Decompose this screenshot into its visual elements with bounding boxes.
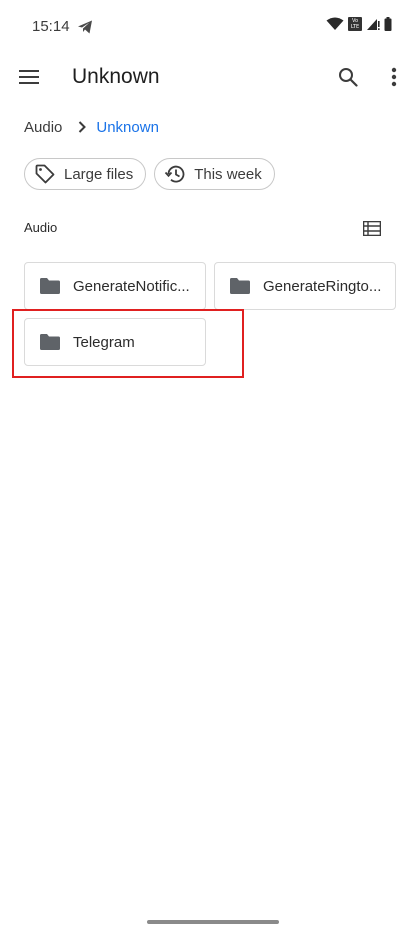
telegram-notification-icon — [78, 20, 92, 34]
status-time: 15:14 — [32, 18, 70, 35]
signal-icon — [367, 19, 380, 30]
list-view-icon — [363, 220, 381, 236]
gesture-nav-handle[interactable] — [147, 920, 279, 924]
folder-generate-ringtones[interactable]: GenerateRingto... — [214, 262, 396, 310]
history-icon — [165, 165, 185, 183]
app-bar: Unknown — [0, 52, 420, 104]
menu-button[interactable] — [14, 62, 44, 92]
chip-this-week[interactable]: This week — [154, 158, 275, 190]
list-view-button[interactable] — [360, 218, 384, 238]
status-bar: 15:14 Vo LTE — [0, 0, 420, 52]
folder-name: Telegram — [73, 333, 135, 351]
more-vert-icon — [391, 67, 397, 87]
chip-label: Large files — [64, 165, 134, 183]
chevron-right-icon — [78, 121, 87, 133]
folder-icon — [40, 278, 60, 294]
breadcrumb: Audio Unknown — [24, 116, 159, 138]
chip-label: This week — [194, 165, 262, 183]
volte-icon: Vo LTE — [348, 17, 362, 31]
folder-generate-notifications[interactable]: GenerateNotific... — [24, 262, 206, 310]
search-icon — [339, 68, 358, 87]
folder-icon — [40, 334, 60, 350]
wifi-icon — [326, 17, 344, 30]
tag-icon — [35, 164, 55, 184]
page-title: Unknown — [72, 65, 160, 88]
folder-name: GenerateNotific... — [73, 277, 190, 295]
chip-large-files[interactable]: Large files — [24, 158, 147, 190]
status-icons: Vo LTE — [326, 17, 392, 31]
breadcrumb-unknown[interactable]: Unknown — [96, 119, 159, 136]
folder-telegram[interactable]: Telegram — [24, 318, 206, 366]
filter-chips: Large files This week — [24, 158, 275, 190]
battery-icon — [384, 17, 392, 31]
section-label: Audio — [24, 220, 58, 235]
breadcrumb-audio[interactable]: Audio — [24, 119, 62, 136]
folder-name: GenerateRingto... — [263, 277, 382, 295]
more-options-button[interactable] — [382, 63, 406, 91]
hamburger-menu-icon — [19, 70, 39, 84]
folder-icon — [230, 278, 250, 294]
search-button[interactable] — [334, 63, 362, 91]
